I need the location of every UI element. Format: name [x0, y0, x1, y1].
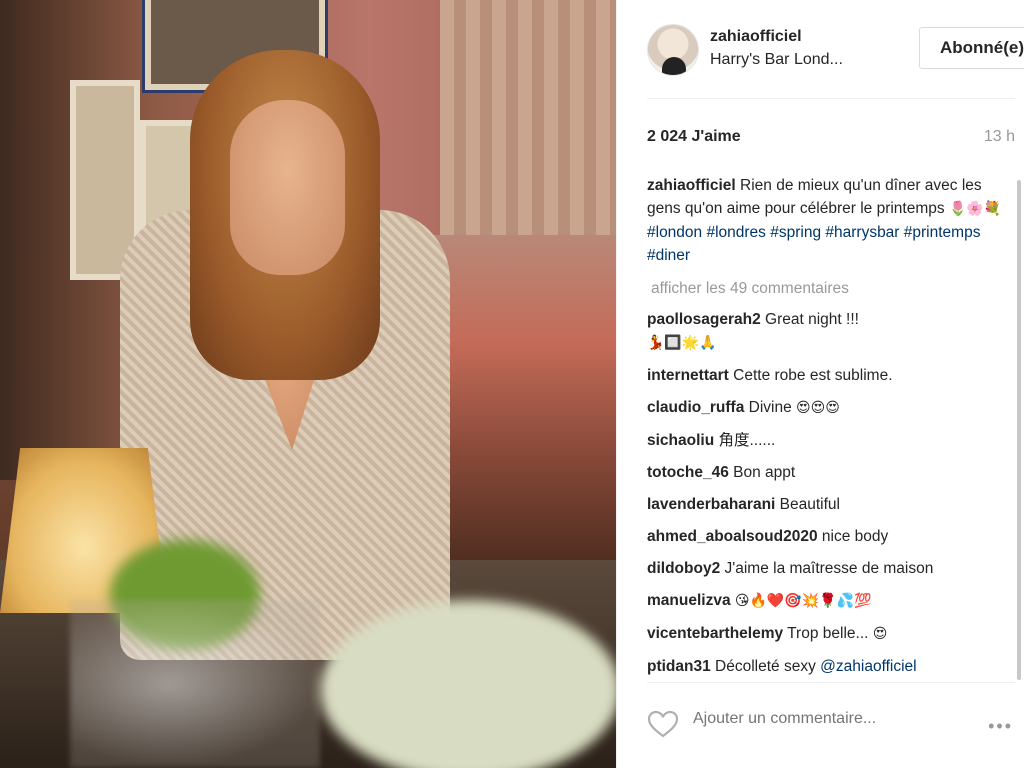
comment-username[interactable]: claudio_ruffa: [647, 399, 744, 416]
comment-text: Cette robe est sublime.: [733, 367, 893, 384]
comment-item: lavenderbaharani Beautiful: [647, 493, 1015, 516]
ellipsis-icon[interactable]: •••: [988, 716, 1013, 737]
caption: zahiaofficiel Rien de mieux qu'un dîner …: [647, 174, 1015, 267]
comments-list[interactable]: zahiaofficiel Rien de mieux qu'un dîner …: [647, 174, 1015, 680]
comment-text: nice body: [821, 528, 889, 545]
photo-face: [230, 100, 345, 275]
comment-input[interactable]: [693, 710, 953, 728]
footer-divider: [647, 682, 1015, 683]
comment-username[interactable]: ahmed_aboalsoud2020: [647, 528, 818, 545]
comment-footer: •••: [647, 700, 1015, 748]
header-divider: [647, 98, 1015, 99]
comment-text: Bon appt: [733, 464, 796, 481]
comment-username[interactable]: internettart: [647, 367, 729, 384]
comment-text: 角度......: [718, 432, 776, 449]
comment-item: dildoboy2 J'aime la maîtresse de maison: [647, 557, 1015, 580]
photo-glasses: [70, 600, 320, 768]
comment-text: Great night !!!: [765, 311, 859, 328]
post-location[interactable]: Harry's Bar Lond...: [710, 51, 843, 69]
comment-emojis: 💃🔲🌟🙏: [647, 335, 717, 351]
post-time[interactable]: 13 h: [984, 128, 1015, 146]
comment-text: Décolleté sexy: [715, 658, 816, 675]
comment-item: manuelizva 😘🔥❤️🎯💥🌹💦💯: [647, 589, 1015, 613]
comment-text: Beautiful: [779, 496, 840, 513]
comment-item: ptidan31 Décolleté sexy @zahiaofficiel: [647, 655, 1015, 678]
comment-item: claudio_ruffa Divine 😍😍😍: [647, 396, 1015, 420]
comment-username[interactable]: ptidan31: [647, 658, 711, 675]
caption-hashtags[interactable]: #london #londres #spring #harrysbar #pri…: [647, 224, 980, 264]
comment-item: vicentebarthelemy Trop belle... 😍: [647, 622, 1015, 646]
comment-emojis: 😘🔥❤️🎯💥🌹💦💯: [734, 593, 872, 609]
caption-emojis: 🌷🌸💐: [948, 201, 1002, 217]
comment-username[interactable]: paollosagerah2: [647, 311, 761, 328]
comment-text: Divine: [748, 399, 792, 416]
comment-item: paollosagerah2 Great night !!! 💃🔲🌟🙏: [647, 308, 1015, 355]
comment-item: totoche_46 Bon appt: [647, 461, 1015, 484]
comment-text: Trop belle...: [787, 625, 869, 642]
comment-item: ahmed_aboalsoud2020 nice body: [647, 525, 1015, 548]
follow-button[interactable]: Abonné(e): [919, 27, 1024, 69]
comment-item: sichaoliu 角度......: [647, 429, 1015, 452]
comment-username[interactable]: dildoboy2: [647, 560, 720, 577]
avatar[interactable]: [647, 24, 699, 76]
photo-curtain: [440, 0, 616, 250]
comment-mention[interactable]: @zahiaofficiel: [820, 658, 916, 675]
comment-username[interactable]: totoche_46: [647, 464, 729, 481]
comment-emojis: 😍😍😍: [796, 400, 840, 416]
comment-item: internettart Cette robe est sublime.: [647, 364, 1015, 387]
post-stats: 2 024 J'aime 13 h: [647, 128, 1015, 150]
load-more-comments[interactable]: afficher les 49 commentaires: [651, 277, 1015, 300]
likes-count[interactable]: 2 024 J'aime: [647, 128, 741, 146]
comment-username[interactable]: sichaoliu: [647, 432, 714, 449]
post-username[interactable]: zahiaofficiel: [710, 28, 802, 46]
photo-white-flowers: [320, 600, 616, 768]
caption-username[interactable]: zahiaofficiel: [647, 177, 736, 194]
comment-emojis: 😍: [872, 626, 888, 642]
comment-username[interactable]: lavenderbaharani: [647, 496, 775, 513]
comments-scrollbar[interactable]: [1017, 180, 1021, 680]
comment-text: J'aime la maîtresse de maison: [724, 560, 934, 577]
post-header: zahiaofficiel Harry's Bar Lond... Abonné…: [647, 20, 1024, 80]
heart-outline-icon[interactable]: [647, 710, 679, 738]
post-photo[interactable]: [0, 0, 616, 768]
post-sidebar: zahiaofficiel Harry's Bar Lond... Abonné…: [616, 0, 1024, 768]
comment-username[interactable]: manuelizva: [647, 592, 731, 609]
comment-username[interactable]: vicentebarthelemy: [647, 625, 783, 642]
